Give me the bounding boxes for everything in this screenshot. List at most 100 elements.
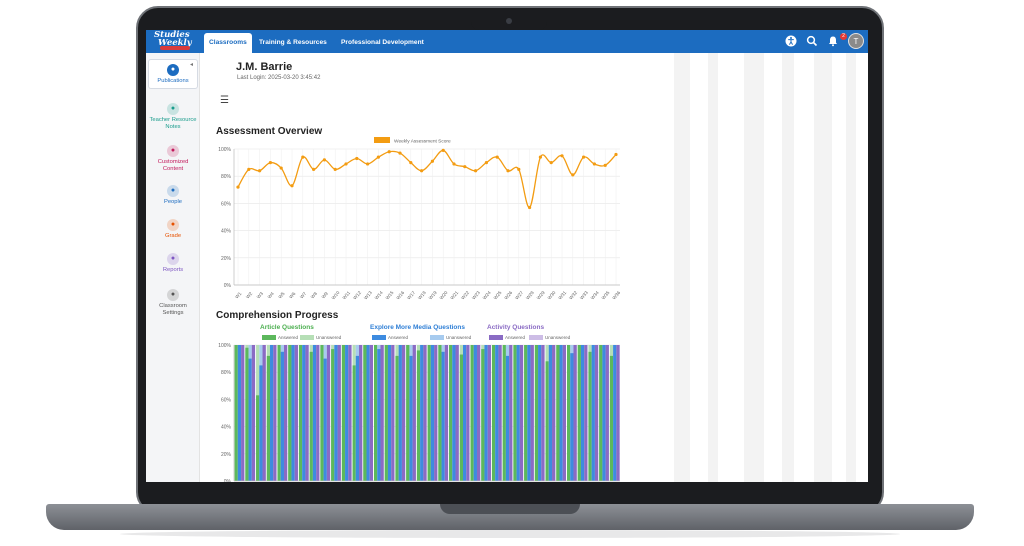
- x-tick-label: W23: [471, 290, 481, 301]
- main-content: ☰ J.M. Barrie Last Login: 2025-03-20 3:4…: [200, 53, 868, 482]
- bar-answered: [476, 345, 481, 481]
- x-tick-label: W25: [493, 290, 503, 301]
- bar-answered: [609, 355, 614, 481]
- y-tick-label: 100%: [218, 343, 231, 349]
- studies-weekly-logo[interactable]: Studies Weekly: [154, 31, 200, 51]
- y-tick-label: 20%: [221, 256, 232, 262]
- comprehension-title: Comprehension Progress: [216, 310, 339, 321]
- x-tick-label: W7: [299, 291, 308, 300]
- bar-answered: [605, 345, 609, 481]
- bar-answered: [438, 345, 442, 481]
- bar-answered: [341, 345, 346, 481]
- bar-answered: [245, 347, 249, 481]
- top-nav-bar: Studies Weekly Classrooms Training & Res…: [146, 30, 868, 53]
- data-point: [582, 155, 586, 159]
- data-point: [560, 154, 564, 158]
- x-tick-label: W34: [590, 290, 600, 301]
- bar-answered: [345, 345, 349, 481]
- last-login: Last Login: 2025-03-20 3:45:42: [237, 75, 321, 81]
- bar-answered: [309, 351, 313, 481]
- data-point: [268, 161, 272, 165]
- bar-answered: [495, 345, 499, 481]
- tab-professional-development[interactable]: Professional Development: [336, 33, 429, 53]
- bar-answered: [270, 345, 274, 481]
- data-point: [517, 167, 521, 171]
- data-point: [258, 169, 262, 173]
- bar-answered: [505, 355, 510, 481]
- book-icon: ●: [167, 64, 179, 76]
- data-point: [312, 167, 316, 171]
- bar-answered: [516, 345, 520, 481]
- data-point: [344, 162, 348, 166]
- bar-answered: [395, 355, 399, 481]
- sidebar-item-customized-content[interactable]: ● Customized Content: [148, 145, 198, 173]
- sidebar-item-people[interactable]: ● People: [148, 185, 198, 206]
- bar-answered: [373, 345, 378, 481]
- bar-answered: [502, 345, 506, 481]
- x-tick-label: W14: [374, 290, 384, 301]
- y-tick-label: 0%: [224, 283, 232, 289]
- hamburger-menu-icon[interactable]: ☰: [220, 95, 229, 106]
- data-point: [420, 169, 424, 173]
- y-tick-label: 100%: [218, 147, 231, 153]
- data-point: [247, 167, 251, 171]
- bar-answered: [387, 345, 392, 481]
- x-tick-label: W35: [601, 290, 611, 301]
- x-tick-label: W4: [267, 291, 276, 300]
- bar-answered: [487, 345, 491, 481]
- sidebar-item-label: Grade: [164, 233, 182, 239]
- tab-classrooms[interactable]: Classrooms: [204, 33, 252, 53]
- sidebar-item-classroom-settings[interactable]: ● Classroom Settings: [148, 289, 198, 317]
- sidebar-item-label: Publications: [157, 78, 189, 84]
- data-point: [603, 163, 607, 167]
- bar-answered: [380, 345, 384, 481]
- legend-group-title: Article Questions: [260, 324, 314, 331]
- avatar[interactable]: T: [848, 33, 864, 49]
- data-point: [571, 173, 575, 177]
- x-tick-label: W24: [482, 290, 492, 301]
- sidebar-collapse-icon[interactable]: ◂: [190, 61, 193, 68]
- bar-answered: [423, 345, 427, 481]
- camera-icon: [506, 18, 512, 24]
- laptop-base-notch: [440, 504, 580, 514]
- x-tick-label: W15: [385, 290, 395, 301]
- tab-training-resources[interactable]: Training & Resources: [254, 33, 332, 53]
- bell-icon[interactable]: [826, 35, 840, 49]
- bar-answered: [470, 345, 474, 481]
- x-tick-label: W21: [449, 290, 459, 301]
- y-tick-label: 60%: [221, 397, 232, 403]
- data-point: [236, 185, 240, 189]
- bar-answered: [355, 355, 360, 481]
- data-point: [474, 169, 478, 173]
- bar-answered: [294, 345, 298, 481]
- bar-answered: [266, 355, 271, 481]
- gear-icon: ●: [167, 289, 179, 301]
- bar-answered: [538, 345, 542, 481]
- x-tick-label: W10: [331, 290, 341, 301]
- data-point: [279, 166, 283, 170]
- sidebar-item-grade[interactable]: ● Grade: [148, 219, 198, 240]
- laptop-shadow: [120, 530, 900, 538]
- x-tick-label: W29: [536, 290, 546, 301]
- notification-badge: 2: [840, 33, 847, 40]
- sidebar-item-reports[interactable]: ● Reports: [148, 253, 198, 274]
- bar-answered: [241, 345, 245, 481]
- bar-answered: [449, 345, 453, 481]
- data-point: [366, 162, 370, 166]
- bar-answered: [484, 345, 488, 481]
- bar-answered: [444, 345, 449, 481]
- x-tick-label: W3: [256, 291, 265, 300]
- bar-answered: [237, 345, 242, 481]
- bar-answered: [262, 345, 266, 481]
- bar-answered: [398, 345, 402, 481]
- bar-answered: [251, 345, 256, 481]
- chart-icon: ●: [167, 253, 179, 265]
- bar-answered: [420, 345, 424, 481]
- bar-answered: [305, 345, 309, 481]
- search-icon[interactable]: [805, 35, 819, 49]
- accessibility-icon[interactable]: [784, 35, 798, 49]
- bar-answered: [548, 345, 553, 481]
- sidebar-item-teacher-resource-notes[interactable]: ● Teacher Resource Notes: [148, 103, 198, 131]
- bar-answered: [481, 349, 485, 481]
- screen: Studies Weekly Classrooms Training & Res…: [146, 30, 868, 482]
